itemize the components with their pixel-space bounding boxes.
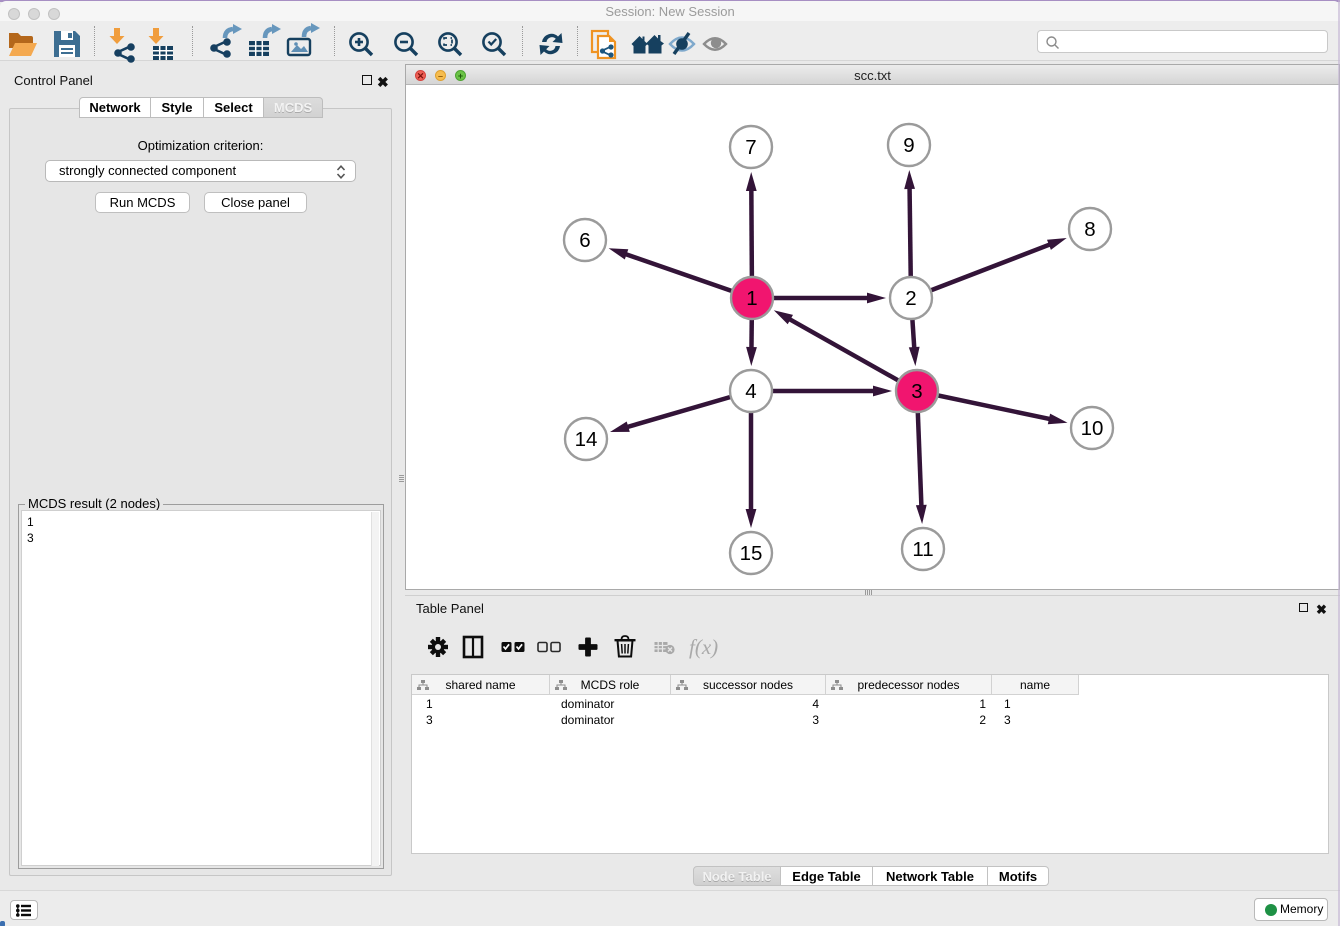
svg-text:4: 4 [745, 380, 756, 403]
svg-text:8: 8 [1084, 218, 1095, 241]
svg-text:2: 2 [905, 287, 916, 310]
svg-text:9: 9 [903, 134, 914, 157]
svg-text:3: 3 [911, 380, 922, 403]
svg-text:7: 7 [745, 136, 756, 159]
svg-text:14: 14 [575, 428, 598, 451]
svg-text:10: 10 [1081, 417, 1104, 440]
svg-text:1: 1 [746, 287, 757, 310]
svg-text:11: 11 [912, 538, 933, 561]
svg-text:15: 15 [740, 542, 763, 565]
svg-text:f(x): f(x) [689, 635, 718, 659]
svg-text:6: 6 [579, 229, 590, 252]
